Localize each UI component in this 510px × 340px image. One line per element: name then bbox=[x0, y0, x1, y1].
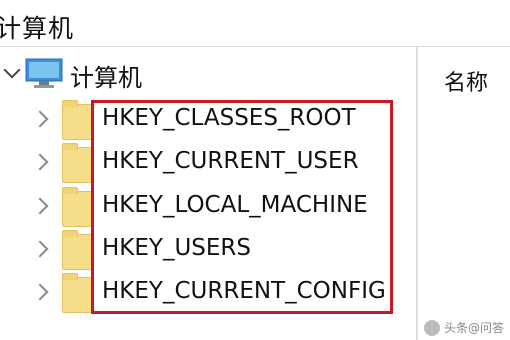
folder-icon bbox=[62, 273, 94, 313]
watermark-logo-icon bbox=[423, 319, 440, 336]
tree-root-label[interactable]: 计算机 bbox=[70, 58, 142, 93]
column-header-name[interactable]: 名称 bbox=[444, 65, 488, 97]
computer-icon bbox=[25, 58, 63, 88]
folder-icon bbox=[62, 187, 94, 227]
chevron-right-icon[interactable] bbox=[31, 110, 49, 128]
folder-icon bbox=[62, 100, 94, 140]
values-list-pane[interactable]: 名称 bbox=[418, 47, 510, 340]
tree-item-hkey-current-config[interactable]: HKEY_CURRENT_CONFIG bbox=[0, 272, 416, 316]
address-path: 计算机 bbox=[0, 14, 75, 43]
tree-item-label: HKEY_LOCAL_MACHINE bbox=[102, 192, 368, 218]
chevron-right-icon[interactable] bbox=[31, 240, 49, 258]
tree-item-hkey-local-machine[interactable]: HKEY_LOCAL_MACHINE bbox=[0, 186, 416, 230]
tree-item-hkey-classes-root[interactable]: HKEY_CLASSES_ROOT bbox=[0, 99, 416, 143]
tree-item-label: HKEY_CURRENT_CONFIG bbox=[102, 278, 386, 304]
folder-icon bbox=[62, 230, 94, 270]
chevron-right-icon[interactable] bbox=[31, 197, 49, 215]
tree-item-label: HKEY_CLASSES_ROOT bbox=[102, 105, 356, 131]
chevron-right-icon[interactable] bbox=[31, 153, 49, 171]
watermark-text: 头条@问答 bbox=[443, 321, 504, 335]
folder-icon bbox=[62, 143, 94, 183]
tree-item-label: HKEY_USERS bbox=[102, 235, 252, 261]
address-bar[interactable]: 计算机 bbox=[0, 0, 510, 47]
chevron-right-icon[interactable] bbox=[31, 283, 49, 301]
tree-item-hkey-current-user[interactable]: HKEY_CURRENT_USER bbox=[0, 142, 416, 186]
tree-item-label: HKEY_CURRENT_USER bbox=[102, 148, 359, 174]
tree-item-hkey-users[interactable]: HKEY_USERS bbox=[0, 229, 416, 273]
watermark: 头条@问答 bbox=[423, 319, 504, 336]
